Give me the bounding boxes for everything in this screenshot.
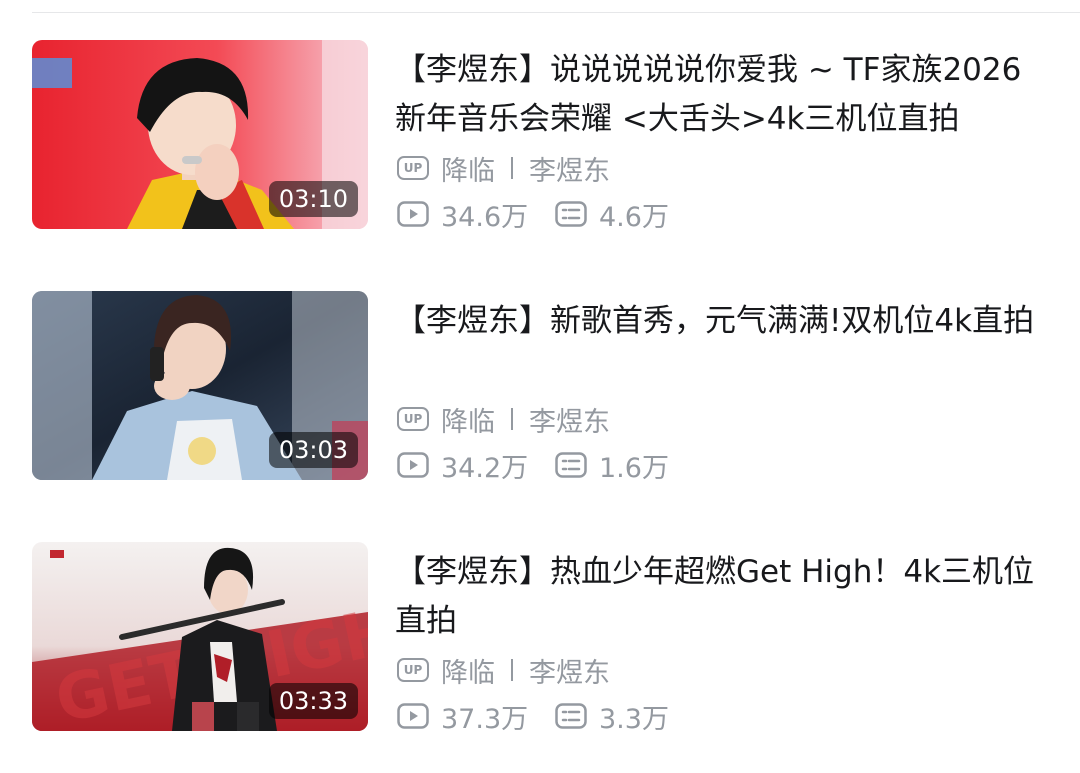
play-count: 37.3万 (397, 697, 555, 736)
play-count-icon (397, 201, 429, 227)
danmaku-count-icon (555, 201, 587, 227)
meta-separator (511, 408, 513, 430)
play-count: 34.2万 (397, 446, 555, 485)
play-count-value: 37.3万 (441, 703, 529, 735)
video-thumbnail[interactable]: 03:03 (32, 291, 368, 480)
video-thumbnail[interactable]: GET HIGH 03:33 (32, 542, 368, 731)
danmaku-count-value: 4.6万 (599, 201, 669, 233)
stats-row: 34.2万 1.6万 (397, 446, 669, 485)
stats-row: 34.6万 4.6万 (397, 195, 669, 234)
uploader-name: 李煜东 (529, 406, 610, 438)
play-count-value: 34.6万 (441, 201, 529, 233)
up-badge-icon: UP (397, 658, 429, 682)
uploader-name: 李煜东 (529, 155, 610, 187)
stats-row: 37.3万 3.3万 (397, 697, 669, 736)
play-count-value: 34.2万 (441, 452, 529, 484)
uploader-label: 降临 (441, 406, 495, 438)
meta-separator (511, 659, 513, 681)
danmaku-count-icon (555, 703, 587, 729)
video-duration: 03:03 (268, 432, 358, 468)
uploader-row[interactable]: UP 降临 李煜东 (397, 402, 610, 438)
video-duration: 03:33 (268, 683, 358, 719)
video-card[interactable]: 03:10 【李煜东】说说说说说你爱我 ~ TF家族2026新年音乐会荣耀 <大… (0, 40, 1080, 240)
danmaku-count: 4.6万 (555, 195, 669, 234)
video-card[interactable]: GET HIGH 03:33 【李煜东】热血少年超燃Get High！4k三机位… (0, 542, 1080, 742)
play-count-icon (397, 452, 429, 478)
uploader-label: 降临 (441, 657, 495, 689)
video-duration: 03:10 (268, 181, 358, 217)
uploader-name: 李煜东 (529, 657, 610, 689)
play-count-icon (397, 703, 429, 729)
uploader-label: 降临 (441, 155, 495, 187)
meta-separator (511, 157, 513, 179)
up-badge-icon: UP (397, 156, 429, 180)
danmaku-count: 3.3万 (555, 697, 669, 736)
video-title[interactable]: 【李煜东】新歌首秀，元气满满!双机位4k直拍 (395, 297, 1035, 346)
video-card[interactable]: 03:03 【李煜东】新歌首秀，元气满满!双机位4k直拍 UP 降临 李煜东 3… (0, 291, 1080, 491)
video-thumbnail[interactable]: 03:10 (32, 40, 368, 229)
video-title[interactable]: 【李煜东】热血少年超燃Get High！4k三机位直拍 (395, 548, 1035, 646)
danmaku-count: 1.6万 (555, 446, 669, 485)
danmaku-count-value: 3.3万 (599, 703, 669, 735)
uploader-row[interactable]: UP 降临 李煜东 (397, 653, 610, 689)
danmaku-count-value: 1.6万 (599, 452, 669, 484)
uploader-row[interactable]: UP 降临 李煜东 (397, 151, 610, 187)
video-title[interactable]: 【李煜东】说说说说说你爱我 ~ TF家族2026新年音乐会荣耀 <大舌头>4k三… (395, 46, 1035, 144)
play-count: 34.6万 (397, 195, 555, 234)
video-list: 03:10 【李煜东】说说说说说你爱我 ~ TF家族2026新年音乐会荣耀 <大… (0, 0, 1080, 773)
up-badge-icon: UP (397, 407, 429, 431)
danmaku-count-icon (555, 452, 587, 478)
